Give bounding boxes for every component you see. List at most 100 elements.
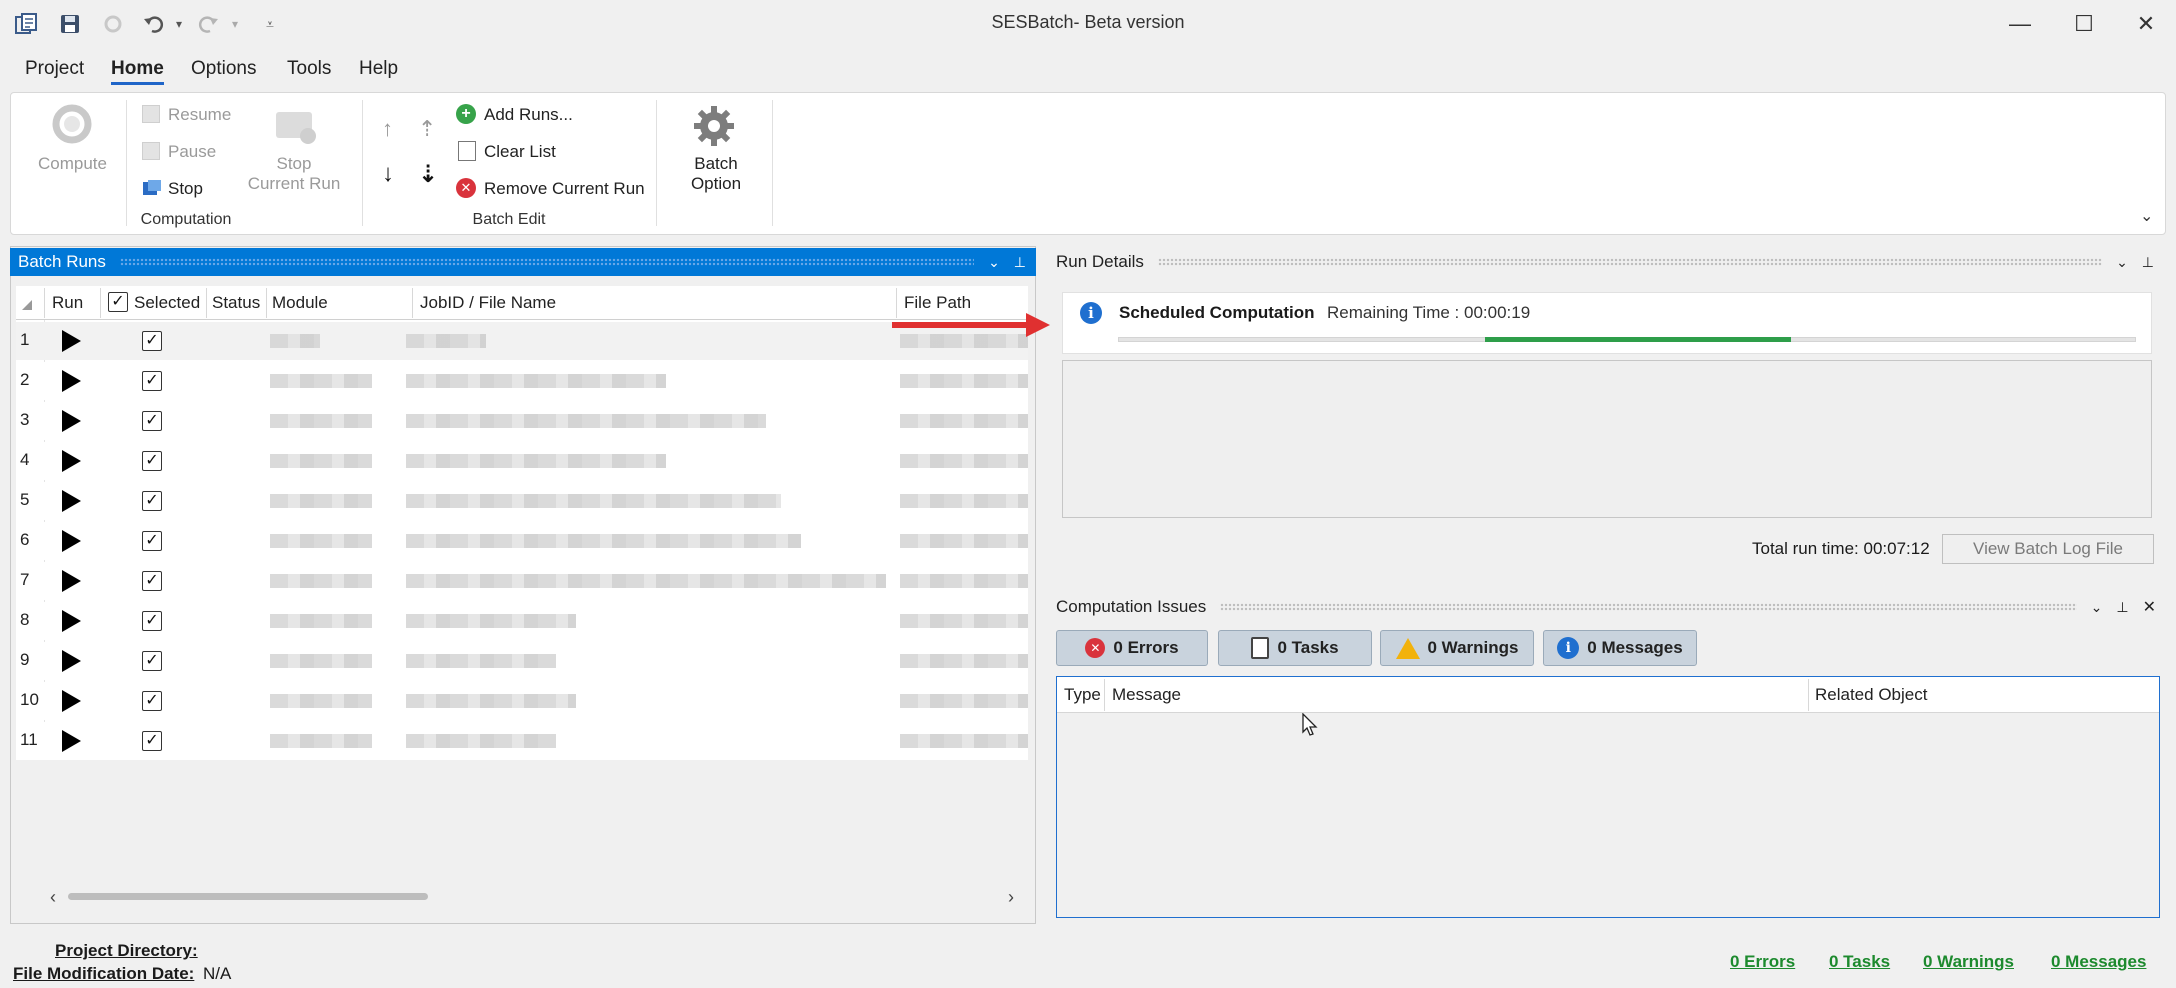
column-related-object[interactable]: Related Object xyxy=(1815,685,1927,705)
panel-menu-icon[interactable]: ⌄ xyxy=(988,254,1000,271)
row-jobid-redacted xyxy=(406,414,766,428)
run-play-icon[interactable] xyxy=(62,490,81,512)
row-module-redacted xyxy=(270,694,372,708)
run-play-icon[interactable] xyxy=(62,610,81,632)
row-number: 11 xyxy=(20,730,38,749)
status-errors-link[interactable]: 0 Errors xyxy=(1730,952,1795,972)
column-filepath[interactable]: File Path xyxy=(904,293,971,313)
menu-help[interactable]: Help xyxy=(359,58,398,80)
run-play-icon[interactable] xyxy=(62,530,81,552)
row-module-redacted xyxy=(270,494,372,508)
move-top-icon[interactable]: ⇡ xyxy=(418,116,436,142)
stop-current-run-button[interactable]: Stop Current Run xyxy=(244,154,344,194)
error-icon: ✕ xyxy=(1085,638,1106,658)
row-selected-checkbox[interactable]: ✓ xyxy=(142,571,162,591)
row-jobid-redacted xyxy=(406,374,666,388)
move-bottom-icon[interactable]: ⇣ xyxy=(418,160,438,189)
panel-menu-icon[interactable]: ⌄ xyxy=(2116,254,2128,271)
row-selected-checkbox[interactable]: ✓ xyxy=(142,531,162,551)
run-play-icon[interactable] xyxy=(62,330,81,352)
column-run[interactable]: Run xyxy=(52,293,83,313)
column-jobid[interactable]: JobID / File Name xyxy=(420,293,556,313)
row-selected-checkbox[interactable]: ✓ xyxy=(142,611,162,631)
pin-icon[interactable]: ⊥ xyxy=(2142,254,2154,271)
run-play-icon[interactable] xyxy=(62,650,81,672)
status-messages-link[interactable]: 0 Messages xyxy=(2051,952,2146,972)
row-selected-checkbox[interactable]: ✓ xyxy=(142,331,162,351)
batch-option-button[interactable]: Batch Option xyxy=(676,154,756,194)
column-selected[interactable]: Selected xyxy=(134,293,200,313)
total-run-time: Total run time: 00:07:12 xyxy=(1752,539,1930,558)
select-all-checkbox[interactable]: ✓ xyxy=(108,292,128,312)
status-tasks-link[interactable]: 0 Tasks xyxy=(1829,952,1890,972)
tasks-filter-button[interactable]: 0 Tasks xyxy=(1218,630,1372,666)
close-button[interactable]: ✕ xyxy=(2116,4,2176,44)
run-play-icon[interactable] xyxy=(62,450,81,472)
row-selected-checkbox[interactable]: ✓ xyxy=(142,691,162,711)
row-jobid-redacted xyxy=(406,654,556,668)
view-batch-log-button[interactable]: View Batch Log File xyxy=(1942,534,2154,564)
remove-current-run-button[interactable]: Remove Current Run xyxy=(484,179,645,199)
pause-icon xyxy=(142,142,160,160)
menu-options[interactable]: Options xyxy=(191,58,256,80)
warnings-filter-button[interactable]: 0 Warnings xyxy=(1380,630,1534,666)
column-module[interactable]: Module xyxy=(272,293,328,313)
row-filepath-redacted xyxy=(900,574,1028,588)
collapse-ribbon-icon[interactable]: ⌄ xyxy=(2140,206,2153,226)
table-row[interactable] xyxy=(16,322,1028,360)
panel-menu-icon[interactable]: ⌄ xyxy=(2091,599,2103,616)
pin-icon[interactable]: ⊥ xyxy=(1014,254,1026,271)
move-up-icon[interactable]: ↑ xyxy=(382,116,393,142)
pin-icon[interactable]: ⊥ xyxy=(2116,599,2128,616)
minimize-button[interactable]: — xyxy=(1990,4,2050,44)
row-filepath-redacted xyxy=(900,494,1028,508)
compute-button[interactable]: Compute xyxy=(38,154,107,174)
horizontal-scrollbar-thumb[interactable] xyxy=(68,893,428,900)
stop-current-run-icon xyxy=(274,108,318,146)
row-selected-checkbox[interactable]: ✓ xyxy=(142,451,162,471)
menu-home[interactable]: Home xyxy=(111,58,164,85)
add-runs-icon: + xyxy=(456,104,476,124)
pause-button[interactable]: Pause xyxy=(168,142,216,162)
column-status[interactable]: Status xyxy=(212,293,260,313)
row-number: 10 xyxy=(20,690,39,709)
ribbon-separator xyxy=(656,100,657,226)
add-runs-button[interactable]: Add Runs... xyxy=(484,105,573,125)
resume-button[interactable]: Resume xyxy=(168,105,231,125)
run-play-icon[interactable] xyxy=(62,370,81,392)
maximize-button[interactable]: ☐ xyxy=(2054,4,2114,44)
compute-icon xyxy=(42,102,102,148)
stop-button[interactable]: Stop xyxy=(168,179,203,199)
menu-project[interactable]: Project xyxy=(25,58,84,80)
messages-filter-button[interactable]: i 0 Messages xyxy=(1543,630,1697,666)
batch-runs-header: Batch Runs ⌄ ⊥ xyxy=(10,248,1036,276)
row-number: 5 xyxy=(20,490,30,509)
row-number: 9 xyxy=(20,650,30,669)
row-selected-checkbox[interactable]: ✓ xyxy=(142,371,162,391)
run-play-icon[interactable] xyxy=(62,570,81,592)
run-play-icon[interactable] xyxy=(62,730,81,752)
clear-list-button[interactable]: Clear List xyxy=(484,142,556,162)
select-all-corner[interactable] xyxy=(22,300,32,310)
row-jobid-redacted xyxy=(406,734,556,748)
close-icon[interactable]: ✕ xyxy=(2143,597,2156,617)
computation-group-label: Computation xyxy=(140,211,232,228)
menu-tools[interactable]: Tools xyxy=(287,58,331,80)
errors-filter-button[interactable]: ✕ 0 Errors xyxy=(1056,630,1208,666)
column-message[interactable]: Message xyxy=(1112,685,1181,705)
move-down-icon[interactable]: ↓ xyxy=(382,160,394,188)
row-selected-checkbox[interactable]: ✓ xyxy=(142,731,162,751)
row-selected-checkbox[interactable]: ✓ xyxy=(142,651,162,671)
row-filepath-redacted xyxy=(900,334,1028,348)
row-selected-checkbox[interactable]: ✓ xyxy=(142,411,162,431)
clear-list-icon xyxy=(458,141,476,161)
column-type[interactable]: Type xyxy=(1064,685,1101,705)
run-play-icon[interactable] xyxy=(62,690,81,712)
row-selected-checkbox[interactable]: ✓ xyxy=(142,491,162,511)
run-play-icon[interactable] xyxy=(62,410,81,432)
warning-icon xyxy=(1395,637,1420,659)
row-module-redacted xyxy=(270,654,372,668)
status-warnings-link[interactable]: 0 Warnings xyxy=(1923,952,2014,972)
scroll-right-icon[interactable]: › xyxy=(1008,887,1014,908)
scroll-left-icon[interactable]: ‹ xyxy=(50,887,56,908)
